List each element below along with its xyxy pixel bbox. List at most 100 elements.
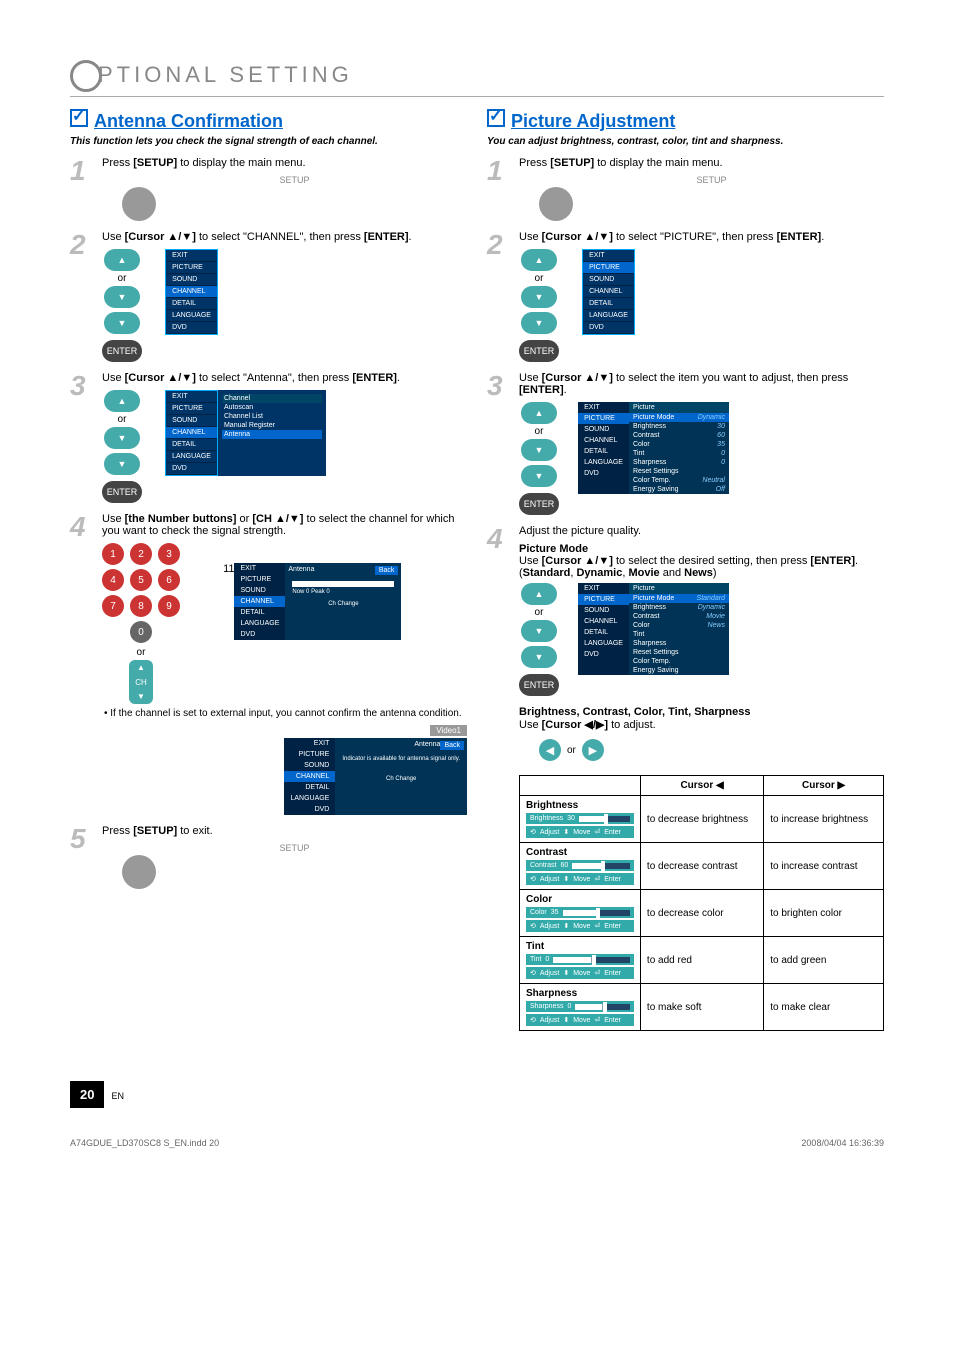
menu-dvd[interactable]: DVD [234, 629, 285, 640]
cursor-up-button[interactable]: ▲ [521, 402, 557, 424]
menu-detail[interactable]: DETAIL [578, 446, 629, 457]
menu-exit[interactable]: EXIT [583, 250, 634, 262]
menu-picture[interactable]: PICTURE [284, 749, 335, 760]
menu-sound[interactable]: SOUND [583, 274, 634, 286]
menu-detail[interactable]: DETAIL [166, 298, 217, 310]
cursor-up-button[interactable]: ▲ [521, 249, 557, 271]
num-4[interactable]: 4 [102, 569, 124, 591]
menu-language[interactable]: LANGUAGE [166, 451, 217, 463]
menu-dvd[interactable]: DVD [166, 463, 217, 475]
row-color[interactable]: Color35 [629, 440, 729, 449]
ch-button[interactable]: ▲CH▼ [129, 660, 153, 704]
submenu-manual-register[interactable]: Manual Register [222, 421, 322, 430]
cursor-left-button[interactable]: ◀ [539, 739, 561, 761]
enter-button[interactable]: ENTER [519, 674, 559, 696]
menu-dvd[interactable]: DVD [583, 322, 634, 334]
menu-exit[interactable]: EXIT [578, 402, 629, 413]
menu-detail[interactable]: DETAIL [578, 627, 629, 638]
row-picture-mode[interactable]: Picture ModeStandard [629, 594, 729, 603]
menu-detail[interactable]: DETAIL [583, 298, 634, 310]
setup-button[interactable] [539, 187, 573, 221]
menu-detail[interactable]: DETAIL [234, 607, 285, 618]
row-reset[interactable]: Reset Settings [629, 648, 729, 657]
menu-sound[interactable]: SOUND [166, 415, 217, 427]
num-0[interactable]: 0 [130, 621, 152, 643]
cursor-down-icon[interactable]: ▼ [521, 312, 557, 334]
num-7[interactable]: 7 [102, 595, 124, 617]
row-contrast[interactable]: Contrast60 [629, 431, 729, 440]
num-8[interactable]: 8 [130, 595, 152, 617]
cursor-down-button[interactable]: ▼ [104, 286, 140, 308]
enter-button[interactable]: ENTER [102, 340, 142, 362]
num-9[interactable]: 9 [158, 595, 180, 617]
menu-sound[interactable]: SOUND [284, 760, 335, 771]
menu-sound[interactable]: SOUND [578, 424, 629, 435]
enter-button[interactable]: ENTER [519, 493, 559, 515]
cursor-down-icon[interactable]: ▼ [521, 646, 557, 668]
menu-picture[interactable]: PICTURE [234, 574, 285, 585]
menu-exit[interactable]: EXIT [166, 250, 217, 262]
menu-sound[interactable]: SOUND [166, 274, 217, 286]
menu-language[interactable]: LANGUAGE [234, 618, 285, 629]
num-5[interactable]: 5 [130, 569, 152, 591]
menu-sound[interactable]: SOUND [234, 585, 285, 596]
menu-channel[interactable]: CHANNEL [578, 435, 629, 446]
menu-picture[interactable]: PICTURE [578, 413, 629, 424]
num-1[interactable]: 1 [102, 543, 124, 565]
row-brightness[interactable]: Brightness30 [629, 422, 729, 431]
row-picture-mode[interactable]: Picture ModeDynamic [629, 413, 729, 422]
menu-picture[interactable]: PICTURE [583, 262, 634, 274]
menu-language[interactable]: LANGUAGE [583, 310, 634, 322]
menu-picture[interactable]: PICTURE [578, 594, 629, 605]
row-energy[interactable]: Energy SavingOff [629, 485, 729, 494]
cursor-down-icon[interactable]: ▼ [104, 453, 140, 475]
menu-language[interactable]: LANGUAGE [578, 457, 629, 468]
cursor-up-button[interactable]: ▲ [521, 583, 557, 605]
menu-language[interactable]: LANGUAGE [578, 638, 629, 649]
row-tint[interactable]: Tint [629, 630, 729, 639]
cursor-down-button[interactable]: ▼ [104, 427, 140, 449]
row-color[interactable]: ColorNews [629, 621, 729, 630]
menu-dvd[interactable]: DVD [578, 649, 629, 660]
menu-exit[interactable]: EXIT [234, 563, 285, 574]
menu-language[interactable]: LANGUAGE [166, 310, 217, 322]
num-2[interactable]: 2 [130, 543, 152, 565]
back-button[interactable]: Back [375, 566, 399, 575]
enter-button[interactable]: ENTER [102, 481, 142, 503]
menu-exit[interactable]: EXIT [578, 583, 629, 594]
row-color-temp[interactable]: Color Temp. [629, 657, 729, 666]
row-color-temp[interactable]: Color Temp.Neutral [629, 476, 729, 485]
menu-exit[interactable]: EXIT [284, 738, 335, 749]
menu-detail[interactable]: DETAIL [166, 439, 217, 451]
row-sharpness[interactable]: Sharpness [629, 639, 729, 648]
submenu-channel-list[interactable]: Channel List [222, 412, 322, 421]
enter-button[interactable]: ENTER [519, 340, 559, 362]
cursor-up-button[interactable]: ▲ [104, 249, 140, 271]
row-energy[interactable]: Energy Saving [629, 666, 729, 675]
menu-detail[interactable]: DETAIL [284, 782, 335, 793]
menu-language[interactable]: LANGUAGE [284, 793, 335, 804]
menu-dvd[interactable]: DVD [166, 322, 217, 334]
menu-picture[interactable]: PICTURE [166, 403, 217, 415]
num-6[interactable]: 6 [158, 569, 180, 591]
menu-channel[interactable]: CHANNEL [166, 427, 217, 439]
cursor-up-button[interactable]: ▲ [104, 390, 140, 412]
row-sharpness[interactable]: Sharpness0 [629, 458, 729, 467]
menu-channel[interactable]: CHANNEL [284, 771, 335, 782]
cursor-down-button[interactable]: ▼ [521, 620, 557, 642]
submenu-antenna[interactable]: Antenna [222, 430, 322, 439]
row-brightness[interactable]: BrightnessDynamic [629, 603, 729, 612]
num-3[interactable]: 3 [158, 543, 180, 565]
row-tint[interactable]: Tint0 [629, 449, 729, 458]
cursor-right-button[interactable]: ▶ [582, 739, 604, 761]
back-button[interactable]: Back [440, 741, 464, 750]
row-reset[interactable]: Reset Settings [629, 467, 729, 476]
cursor-down-icon[interactable]: ▼ [104, 312, 140, 334]
menu-channel[interactable]: CHANNEL [234, 596, 285, 607]
menu-picture[interactable]: PICTURE [166, 262, 217, 274]
menu-channel[interactable]: CHANNEL [166, 286, 217, 298]
row-contrast[interactable]: ContrastMovie [629, 612, 729, 621]
cursor-down-icon[interactable]: ▼ [521, 465, 557, 487]
menu-sound[interactable]: SOUND [578, 605, 629, 616]
cursor-down-button[interactable]: ▼ [521, 286, 557, 308]
